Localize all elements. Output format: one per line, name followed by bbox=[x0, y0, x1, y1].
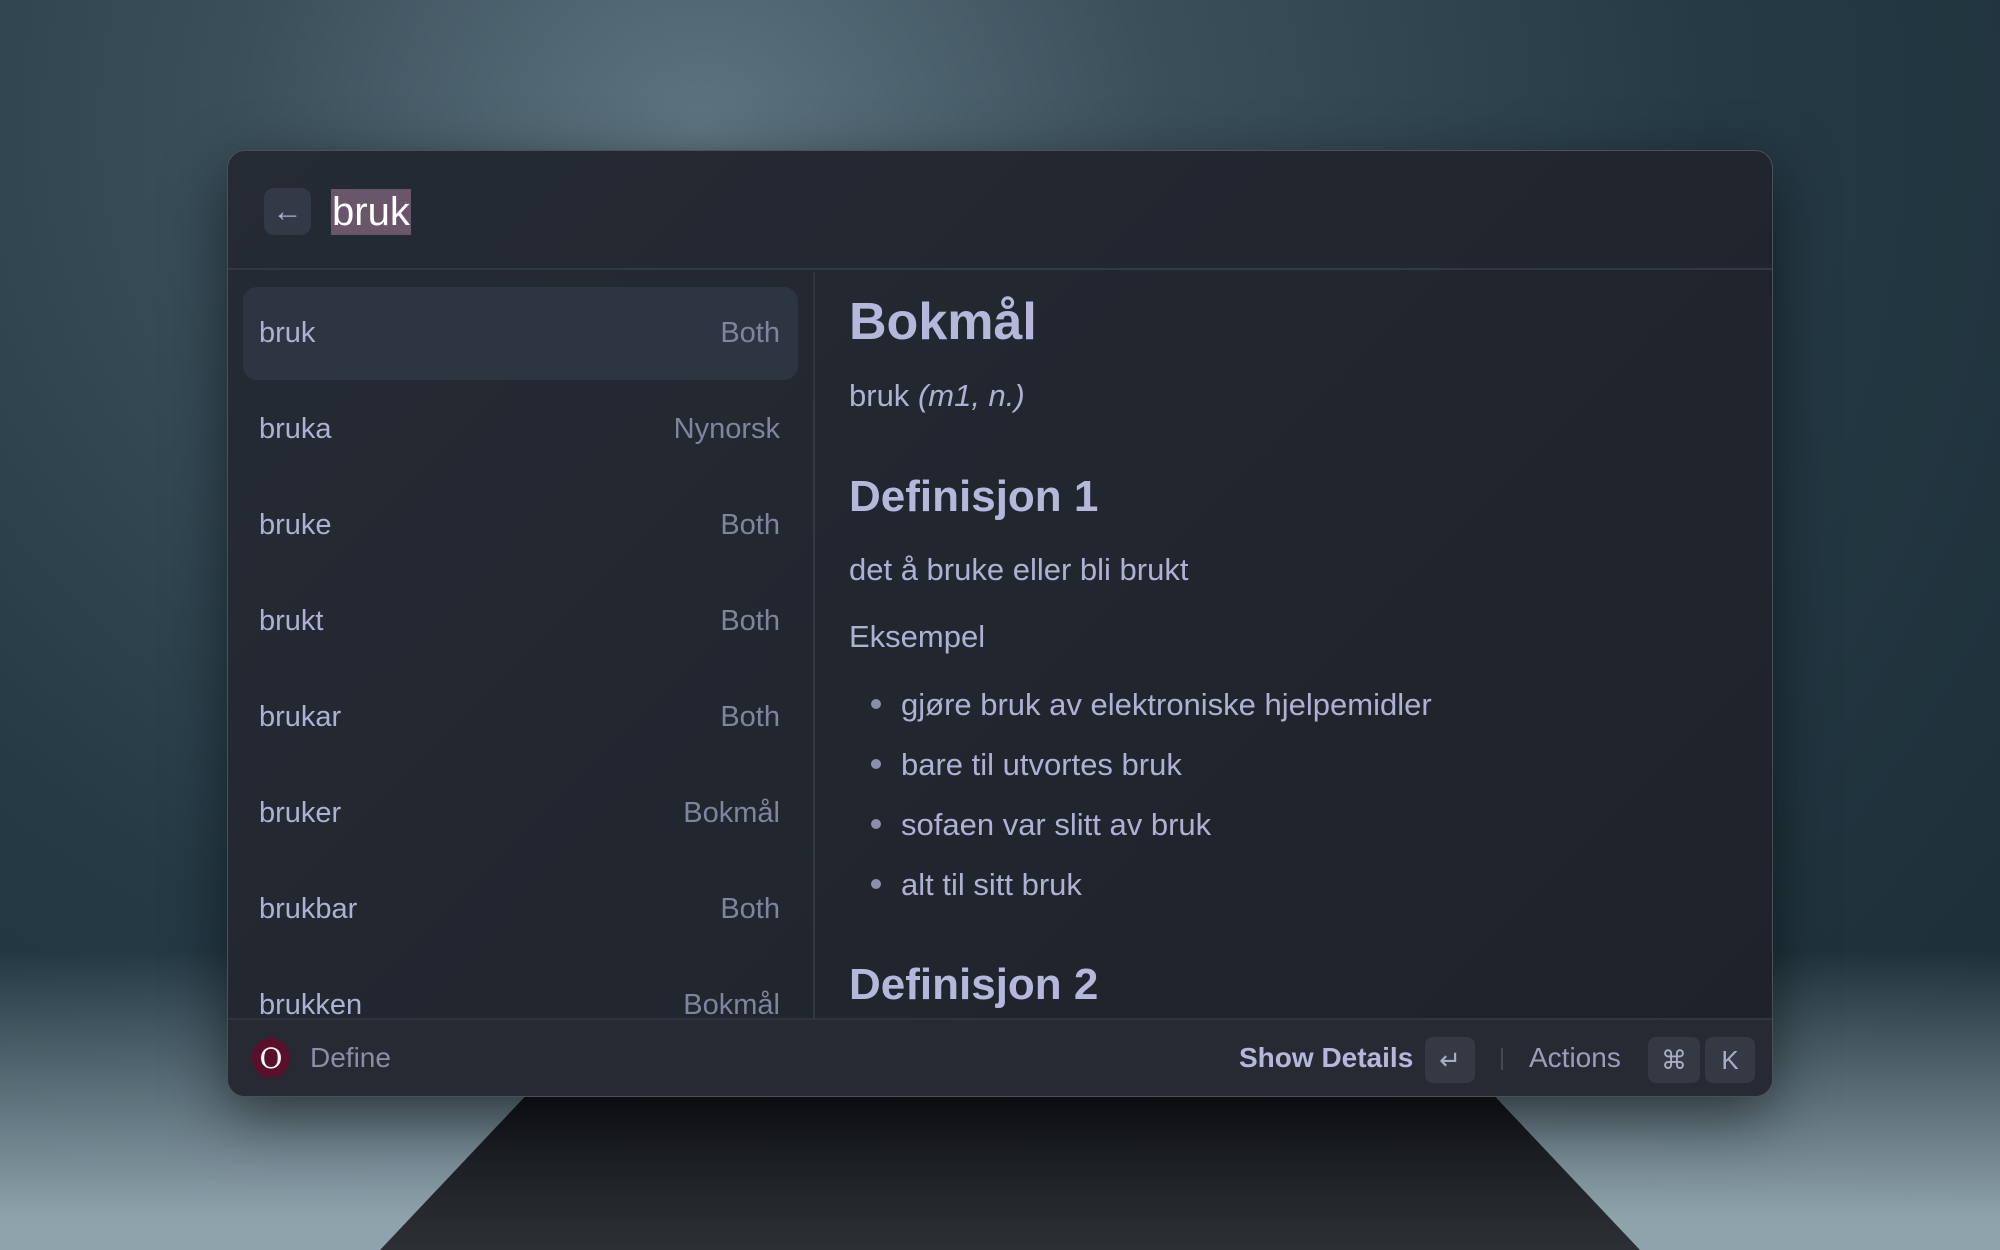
result-word: brukt bbox=[259, 605, 324, 637]
result-word: brukar bbox=[259, 701, 342, 733]
example-item: bare til utvortes bruk bbox=[849, 747, 1182, 783]
app-icon: O bbox=[252, 1038, 290, 1078]
result-dialect: Both bbox=[720, 509, 780, 541]
entry-line: bruk (m1, n.) bbox=[849, 378, 1025, 414]
result-dialect: Nynorsk bbox=[673, 413, 780, 445]
k-key: K bbox=[1705, 1037, 1755, 1083]
result-item[interactable]: brukt Both bbox=[243, 575, 798, 668]
search-bar: ← bruk bbox=[228, 151, 1772, 270]
app-name: Define bbox=[310, 1042, 391, 1073]
result-word: brukken bbox=[259, 989, 363, 1020]
result-dialect: Both bbox=[720, 317, 780, 349]
example-item: alt til sitt bruk bbox=[849, 867, 1082, 903]
result-word: bruk bbox=[259, 317, 316, 349]
example-item: gjøre bruk av elektroniske hjelpemidler bbox=[849, 687, 1432, 723]
result-dialect: Bokmål bbox=[683, 797, 780, 829]
entry-word: bruk bbox=[849, 378, 910, 413]
back-button[interactable]: ← bbox=[264, 188, 311, 235]
result-word: bruker bbox=[259, 797, 342, 829]
result-item[interactable]: brukken Bokmål bbox=[243, 959, 798, 1020]
result-dialect: Both bbox=[720, 605, 780, 637]
search-input[interactable]: bruk bbox=[331, 189, 411, 235]
results-list: bruk Both bruka Nynorsk bruke Both brukt Both br… bbox=[228, 272, 815, 1020]
enter-key-icon: ↵ bbox=[1425, 1037, 1475, 1083]
definition-title: Definisjon 2 bbox=[849, 960, 1099, 1009]
result-item[interactable]: brukbar Both bbox=[243, 863, 798, 956]
actions-button[interactable]: Actions bbox=[1529, 1042, 1621, 1074]
example-label: Eksempel bbox=[849, 619, 986, 654]
dialect-heading: Bokmål bbox=[849, 293, 1037, 351]
wallpaper-building bbox=[380, 1090, 1640, 1250]
result-dialect: Both bbox=[720, 893, 780, 925]
result-dialect: Bokmål bbox=[683, 989, 780, 1020]
result-word: bruke bbox=[259, 509, 332, 541]
arrow-left-icon: ← bbox=[272, 194, 303, 228]
result-word: brukbar bbox=[259, 893, 358, 925]
example-item: sofaen var slitt av bruk bbox=[849, 807, 1211, 843]
result-word: bruka bbox=[259, 413, 332, 445]
result-item[interactable]: bruke Both bbox=[243, 479, 798, 572]
result-item[interactable]: brukar Both bbox=[243, 671, 798, 764]
entry-grammar: (m1, n.) bbox=[917, 378, 1025, 413]
result-dialect: Both bbox=[720, 701, 780, 733]
result-item[interactable]: bruka Nynorsk bbox=[243, 383, 798, 476]
definition-panel: Bokmål bruk (m1, n.) Definisjon 1 det å … bbox=[817, 272, 1772, 1020]
command-key-icon: ⌘ bbox=[1648, 1037, 1700, 1083]
define-window: ← bruk bruk Both bruka Nynorsk bruke Both bruk… bbox=[227, 150, 1773, 1097]
divider bbox=[1501, 1048, 1503, 1070]
result-item[interactable]: bruker Bokmål bbox=[243, 767, 798, 860]
show-details-button[interactable]: Show Details bbox=[1239, 1042, 1413, 1074]
action-bar: O Define Show Details ↵ Actions ⌘ K bbox=[228, 1018, 1772, 1096]
definition-title: Definisjon 1 bbox=[849, 472, 1099, 521]
result-item[interactable]: bruk Both bbox=[243, 287, 798, 380]
definition-text: det å bruke eller bli brukt bbox=[849, 552, 1189, 587]
